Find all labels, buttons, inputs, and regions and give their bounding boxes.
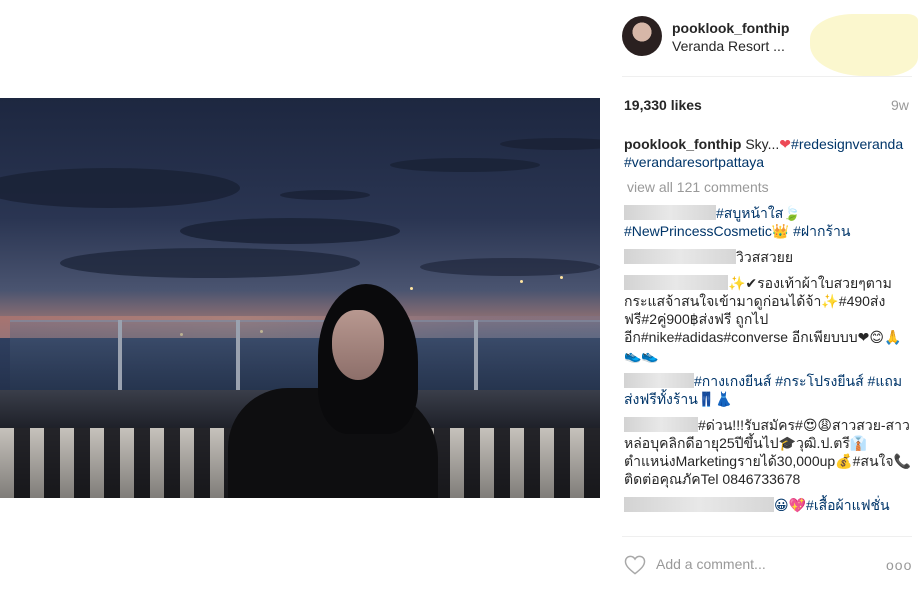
redacted-username	[624, 249, 736, 264]
likes-count[interactable]: 19,330 likes	[624, 97, 702, 113]
redacted-username	[624, 205, 716, 220]
list-item: ✨✔รองเท้าผ้าใบสวยๆตามกระแสจ้าสนใจเข้ามาด…	[624, 274, 914, 364]
redacted-username	[624, 497, 774, 512]
redacted-username	[624, 275, 728, 290]
caption-username[interactable]: pooklook_fonthip	[624, 136, 741, 152]
add-comment-input[interactable]	[656, 553, 876, 575]
post-caption: pooklook_fonthip Sky...❤#redesignveranda…	[624, 135, 914, 171]
comment-text: วิวสสวยย	[736, 249, 794, 265]
sticky-note-overlay	[810, 14, 918, 76]
post-header: pooklook_fonthip Veranda Resort ...	[600, 0, 918, 76]
list-item: #สบูหน้าใส🍃 #NewPrincessCosmetic👑 #ฝากร้…	[624, 204, 914, 240]
list-item: #กางเกงยีนส์ #กระโปรงยีนส์ #แถมส่งฟรีทั้…	[624, 372, 914, 408]
redacted-username	[624, 417, 698, 432]
list-item: #ด่วน!!!รับสมัคร#😍😩สาวสวย-สาวหล่อบุคลิกด…	[624, 416, 914, 488]
header-divider	[622, 76, 912, 77]
redacted-username	[624, 373, 694, 388]
avatar[interactable]	[622, 16, 662, 56]
list-item: วิวสสวยย	[624, 248, 914, 266]
comments-list[interactable]: #สบูหน้าใส🍃 #NewPrincessCosmetic👑 #ฝากร้…	[624, 204, 914, 532]
header-username[interactable]: pooklook_fonthip	[672, 20, 789, 36]
caption-text: Sky...	[741, 136, 780, 152]
composer-divider	[622, 536, 912, 537]
view-all-comments-link[interactable]: view all 121 comments	[627, 179, 769, 195]
comment-text: 😀💖#เสื้อผ้าแฟชั่น	[774, 497, 890, 513]
list-item: 😀💖#เสื้อผ้าแฟชั่น	[624, 496, 914, 514]
more-options-icon[interactable]: ooo	[886, 557, 912, 573]
post-age[interactable]: 9w	[891, 97, 909, 113]
header-location[interactable]: Veranda Resort ...	[672, 38, 785, 54]
post-photo[interactable]	[0, 98, 600, 498]
heart-outline-icon[interactable]	[624, 555, 646, 575]
caption-emoji: ❤	[779, 136, 792, 152]
